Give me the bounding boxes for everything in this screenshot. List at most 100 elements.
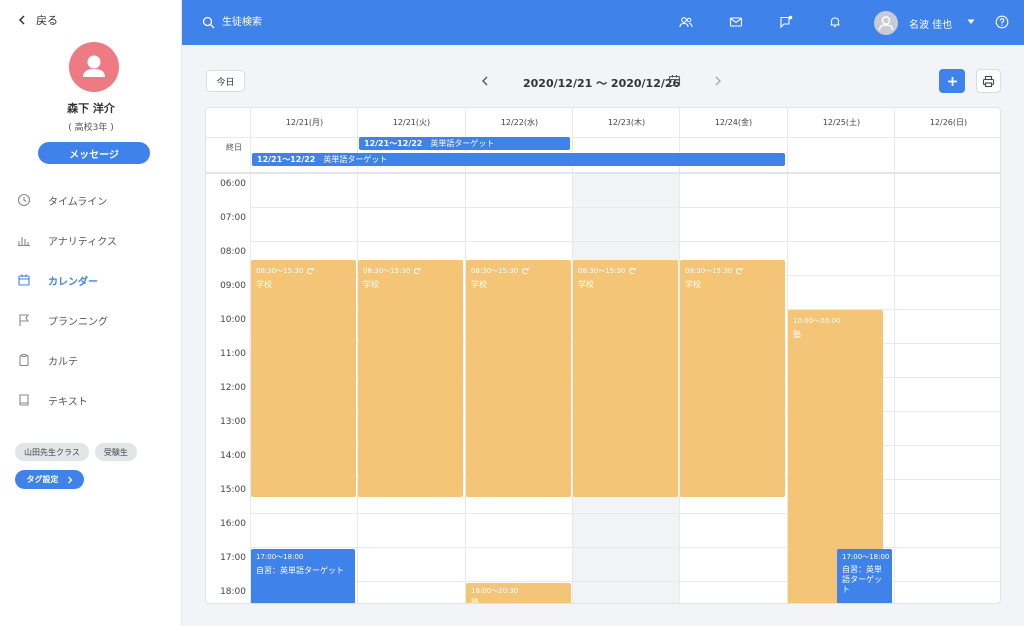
sidebar-item-label: テキスト bbox=[48, 396, 88, 408]
add-event-button[interactable] bbox=[939, 69, 965, 93]
sidebar-item-label: タイムライン bbox=[48, 196, 108, 208]
message-button[interactable]: メッセージ bbox=[38, 142, 150, 164]
event-time: 17:00〜18:00 bbox=[842, 553, 890, 561]
search-icon bbox=[202, 16, 215, 29]
all-day-event[interactable]: 12/21〜12/22 英単語ターゲット bbox=[359, 137, 570, 150]
clock-icon bbox=[17, 193, 31, 207]
flag-icon bbox=[17, 313, 31, 327]
event-block[interactable]: 08:30〜15:30 学校 bbox=[573, 260, 678, 497]
chat-icon[interactable] bbox=[779, 15, 793, 29]
time-label: 09:00 bbox=[220, 281, 246, 291]
event-time: 17:00〜18:00 bbox=[256, 553, 304, 561]
tag-settings-button[interactable]: タグ設定 bbox=[15, 470, 84, 489]
sidebar-item-karte[interactable]: カルテ bbox=[0, 340, 182, 380]
sidebar-item-calendar[interactable]: カレンダー bbox=[0, 260, 182, 300]
event-block[interactable]: 17:00〜18:00 自習：英単語ターゲット bbox=[837, 549, 892, 603]
grid-line bbox=[894, 138, 895, 173]
student-search-input[interactable] bbox=[222, 14, 422, 30]
printer-icon bbox=[982, 75, 995, 88]
day-header[interactable]: 12/25(土) bbox=[787, 108, 895, 137]
day-header[interactable]: 12/26(日) bbox=[894, 108, 1000, 137]
day-header[interactable]: 12/21(火) bbox=[357, 108, 465, 137]
event-title: 学校 bbox=[685, 280, 701, 289]
day-header[interactable]: 12/22(水) bbox=[465, 108, 573, 137]
event-block[interactable]: 18:00〜20:30 塾 bbox=[466, 583, 571, 604]
bar-chart-icon bbox=[17, 233, 31, 247]
person-icon bbox=[878, 16, 894, 31]
event-block[interactable]: 08:30〜15:30 学校 bbox=[680, 260, 785, 497]
event-title: 英単語ターゲット bbox=[430, 139, 495, 148]
plus-icon bbox=[947, 76, 958, 87]
time-label: 17:00 bbox=[220, 553, 246, 563]
event-block[interactable]: 17:00〜18:00 自習：英単語ターゲット bbox=[251, 549, 355, 603]
time-label: 12:00 bbox=[220, 383, 246, 393]
day-header[interactable]: 12/23(木) bbox=[572, 108, 680, 137]
event-time: 12/21〜12/22 bbox=[364, 139, 423, 148]
calendar-icon[interactable] bbox=[668, 74, 681, 87]
sidebar-item-analytics[interactable]: アナリティクス bbox=[0, 220, 182, 260]
mail-icon[interactable] bbox=[729, 15, 743, 29]
sidebar-item-label: カレンダー bbox=[48, 276, 98, 288]
tag-chip[interactable]: 山田先生クラス bbox=[15, 443, 89, 461]
all-day-event[interactable]: 12/21〜12/22 英単語ターゲット bbox=[252, 153, 785, 166]
event-title: 学校 bbox=[471, 280, 487, 289]
chevron-right-icon[interactable] bbox=[714, 75, 722, 87]
event-block[interactable]: 08:30〜15:30 学校 bbox=[358, 260, 463, 497]
sidebar-nav: タイムライン アナリティクス カレンダー プランニング カルテ テキスト bbox=[0, 180, 182, 420]
header-divider bbox=[206, 137, 1000, 138]
event-time: 10:00〜20:00 bbox=[793, 317, 841, 325]
event-title: 学校 bbox=[256, 280, 272, 289]
grid-line bbox=[250, 513, 1000, 514]
event-title: 英単語ターゲット bbox=[323, 155, 388, 164]
book-icon bbox=[17, 393, 31, 407]
day-header[interactable]: 12/24(金) bbox=[679, 108, 787, 137]
grid-line bbox=[787, 138, 788, 173]
sidebar-item-timeline[interactable]: タイムライン bbox=[0, 180, 182, 220]
sidebar-item-label: カルテ bbox=[48, 356, 78, 368]
event-title: 塾 bbox=[471, 598, 479, 604]
print-button[interactable] bbox=[976, 69, 1001, 93]
event-time: 08:30〜15:30 bbox=[256, 267, 304, 275]
help-icon[interactable] bbox=[995, 15, 1009, 29]
event-time: 08:30〜15:30 bbox=[685, 267, 733, 275]
time-label: 15:00 bbox=[220, 485, 246, 495]
bell-icon[interactable] bbox=[828, 15, 842, 29]
grid-line bbox=[250, 241, 1000, 242]
users-icon[interactable] bbox=[679, 15, 693, 29]
person-icon bbox=[83, 55, 105, 77]
date-range-label: 2020/12/21 〜 2020/12/26 bbox=[523, 77, 681, 90]
calendar-icon bbox=[17, 273, 31, 287]
event-block[interactable]: 08:30〜15:30 学校 bbox=[466, 260, 571, 497]
back-label: 戻る bbox=[36, 14, 58, 27]
sidebar: 戻る 森下 洋介 ( 高校3年 ) メッセージ タイムライン アナリティクス カ… bbox=[0, 0, 182, 626]
today-button[interactable]: 今日 bbox=[206, 70, 245, 92]
tag-settings-label: タグ設定 bbox=[26, 475, 59, 484]
event-block[interactable]: 08:30〜15:30 学校 bbox=[251, 260, 356, 497]
sidebar-item-planning[interactable]: プランニング bbox=[0, 300, 182, 340]
chevron-left-icon[interactable] bbox=[481, 75, 489, 87]
event-time: 08:30〜15:30 bbox=[578, 267, 626, 275]
time-label: 06:00 bbox=[220, 179, 246, 189]
event-time: 12/21〜12/22 bbox=[257, 155, 316, 164]
time-label: 18:00 bbox=[220, 587, 246, 597]
repeat-icon bbox=[413, 267, 422, 275]
repeat-icon bbox=[628, 267, 637, 275]
user-avatar[interactable] bbox=[874, 11, 898, 35]
sidebar-item-text[interactable]: テキスト bbox=[0, 380, 182, 420]
day-header[interactable]: 12/21(月) bbox=[250, 108, 358, 137]
caret-down-icon[interactable] bbox=[967, 19, 975, 25]
all-day-label: 終日 bbox=[226, 142, 242, 152]
grid-line bbox=[250, 547, 1000, 548]
user-name[interactable]: 名波 佳也 bbox=[909, 16, 952, 31]
grid-line bbox=[250, 207, 1000, 208]
chevron-right-icon bbox=[67, 476, 73, 484]
top-bar: 名波 佳也 bbox=[182, 0, 1024, 45]
repeat-icon bbox=[521, 267, 530, 275]
clipboard-icon bbox=[17, 353, 31, 367]
grid-line bbox=[894, 174, 895, 603]
grid-line bbox=[250, 138, 251, 173]
tag-chip[interactable]: 受験生 bbox=[94, 443, 137, 461]
back-button[interactable]: 戻る bbox=[18, 12, 58, 28]
event-title: 塾 bbox=[793, 330, 801, 339]
time-label: 16:00 bbox=[220, 519, 246, 529]
